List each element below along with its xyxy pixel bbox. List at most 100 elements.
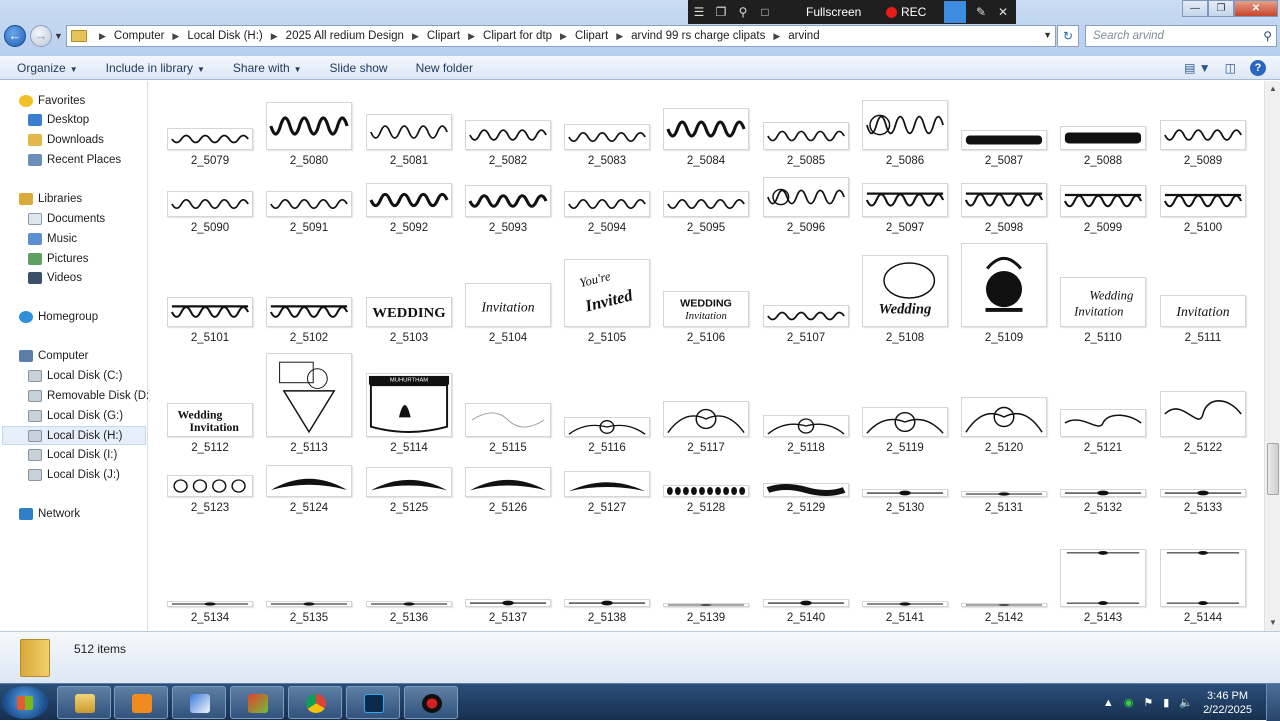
nav-downloads[interactable]: Downloads	[28, 131, 104, 149]
file-name[interactable]: 2_5139	[661, 612, 751, 624]
file-name[interactable]: 2_5088	[1058, 155, 1148, 167]
file-thumbnail[interactable]	[167, 601, 253, 607]
file-thumbnail[interactable]	[1060, 489, 1146, 497]
file-thumbnail[interactable]: Wedding	[862, 255, 948, 327]
help-icon[interactable]: ?	[1250, 60, 1266, 76]
breadcrumb-local-disk-h[interactable]: Local Disk (H:)	[187, 30, 262, 42]
file-name[interactable]: 2_5126	[463, 502, 553, 514]
file-thumbnail[interactable]: Invitation	[1160, 295, 1246, 327]
file-name[interactable]: 2_5087	[959, 155, 1049, 167]
file-name[interactable]: 2_5129	[761, 502, 851, 514]
nav-removable-disk-d[interactable]: Removable Disk (D:)	[28, 387, 153, 405]
rec-button[interactable]: REC	[886, 5, 944, 19]
file-thumbnail[interactable]	[663, 401, 749, 437]
file-name[interactable]: 2_5140	[761, 612, 851, 624]
file-name[interactable]: 2_5131	[959, 502, 1049, 514]
breadcrumb-computer[interactable]: Computer	[114, 30, 165, 42]
vertical-scrollbar[interactable]: ▲ ▼	[1264, 81, 1280, 631]
file-name[interactable]: 2_5097	[860, 222, 950, 234]
search-icon[interactable]: ⚲	[1263, 29, 1272, 43]
file-name[interactable]: 2_5132	[1058, 502, 1148, 514]
file-name[interactable]: 2_5141	[860, 612, 950, 624]
taskbar-media-player[interactable]	[114, 686, 168, 719]
file-name[interactable]: 2_5108	[860, 332, 950, 344]
recorder-close-icon[interactable]: ✕	[992, 5, 1014, 19]
pen-icon[interactable]: ✎	[970, 5, 992, 19]
camera-icon[interactable]	[944, 1, 966, 23]
taskbar-recorder[interactable]	[404, 686, 458, 719]
file-name[interactable]: 2_5114	[364, 442, 454, 454]
file-thumbnail[interactable]	[961, 130, 1047, 150]
file-thumbnail[interactable]	[266, 601, 352, 607]
file-thumbnail[interactable]	[564, 191, 650, 217]
file-thumbnail[interactable]	[366, 601, 452, 607]
file-thumbnail[interactable]	[1160, 185, 1246, 217]
recorder-status-icon[interactable]: ◉	[1124, 696, 1134, 709]
scroll-down-arrow-icon[interactable]: ▼	[1265, 615, 1280, 631]
scroll-up-arrow-icon[interactable]: ▲	[1265, 81, 1280, 97]
file-name[interactable]: 2_5082	[463, 155, 553, 167]
file-name[interactable]: 2_5099	[1058, 222, 1148, 234]
file-name[interactable]: 2_5080	[264, 155, 354, 167]
menu-icon[interactable]: ☰	[688, 5, 710, 19]
file-name[interactable]: 2_5130	[860, 502, 950, 514]
file-thumbnail[interactable]: Invitation	[465, 283, 551, 327]
file-thumbnail[interactable]	[961, 491, 1047, 497]
file-name[interactable]: 2_5116	[562, 442, 652, 454]
file-thumbnail[interactable]	[266, 465, 352, 497]
nav-local-disk-j[interactable]: Local Disk (J:)	[28, 466, 120, 484]
file-name[interactable]: 2_5095	[661, 222, 751, 234]
organize-menu[interactable]: Organize ▼	[17, 61, 78, 75]
file-name[interactable]: 2_5120	[959, 442, 1049, 454]
file-thumbnail[interactable]	[465, 185, 551, 217]
file-thumbnail[interactable]	[1060, 549, 1146, 607]
zoom-icon[interactable]: ⚲	[732, 5, 754, 19]
file-thumbnail[interactable]	[961, 243, 1047, 327]
file-name[interactable]: 2_5102	[264, 332, 354, 344]
file-name[interactable]: 2_5121	[1058, 442, 1148, 454]
file-thumbnail[interactable]: Wedding Invitation	[167, 403, 253, 437]
file-name[interactable]: 2_5100	[1158, 222, 1248, 234]
file-thumbnail[interactable]	[167, 191, 253, 217]
breadcrumb-clipart[interactable]: Clipart	[427, 30, 460, 42]
preview-pane-icon[interactable]: ◫	[1225, 61, 1236, 75]
file-thumbnail[interactable]	[465, 467, 551, 497]
file-thumbnail[interactable]	[763, 599, 849, 607]
file-thumbnail[interactable]: You're Invited	[564, 259, 650, 327]
file-thumbnail[interactable]	[763, 177, 849, 217]
nav-local-disk-h[interactable]: Local Disk (H:)	[28, 427, 122, 445]
file-thumbnail[interactable]: Wedding Invitation	[1060, 277, 1146, 327]
file-thumbnail[interactable]	[167, 297, 253, 327]
file-thumbnail[interactable]	[961, 397, 1047, 437]
file-thumbnail[interactable]	[763, 305, 849, 327]
file-thumbnail[interactable]	[663, 485, 749, 497]
show-hidden-icons-icon[interactable]: ▲	[1103, 697, 1114, 709]
new-folder-button[interactable]: New folder	[416, 61, 473, 75]
file-name[interactable]: 2_5128	[661, 502, 751, 514]
file-thumbnail[interactable]	[266, 297, 352, 327]
back-button[interactable]: ←	[4, 25, 26, 47]
file-name[interactable]: 2_5113	[264, 442, 354, 454]
file-name[interactable]: 2_5098	[959, 222, 1049, 234]
clock[interactable]: 3:46 PM 2/22/2025	[1203, 689, 1252, 717]
minimize-button[interactable]: —	[1182, 0, 1208, 17]
file-name[interactable]: 2_5083	[562, 155, 652, 167]
file-name[interactable]: 2_5107	[761, 332, 851, 344]
file-thumbnail[interactable]	[465, 599, 551, 607]
file-name[interactable]: 2_5144	[1158, 612, 1248, 624]
file-thumbnail[interactable]	[862, 183, 948, 217]
nav-local-disk-i[interactable]: Local Disk (I:)	[28, 446, 117, 464]
taskbar-corel[interactable]	[172, 686, 226, 719]
file-name[interactable]: 2_5138	[562, 612, 652, 624]
file-name[interactable]: 2_5134	[165, 612, 255, 624]
file-name[interactable]: 2_5089	[1158, 155, 1248, 167]
nav-local-disk-c[interactable]: Local Disk (C:)	[28, 367, 122, 385]
file-thumbnail[interactable]	[266, 102, 352, 150]
file-name[interactable]: 2_5112	[165, 442, 255, 454]
file-thumbnail[interactable]	[366, 114, 452, 150]
file-thumbnail[interactable]	[862, 407, 948, 437]
file-thumbnail[interactable]	[862, 601, 948, 607]
recent-pages-dropdown[interactable]: ▼	[54, 31, 63, 41]
file-thumbnail[interactable]	[763, 483, 849, 497]
network-signal-icon[interactable]: ▮	[1163, 696, 1169, 709]
